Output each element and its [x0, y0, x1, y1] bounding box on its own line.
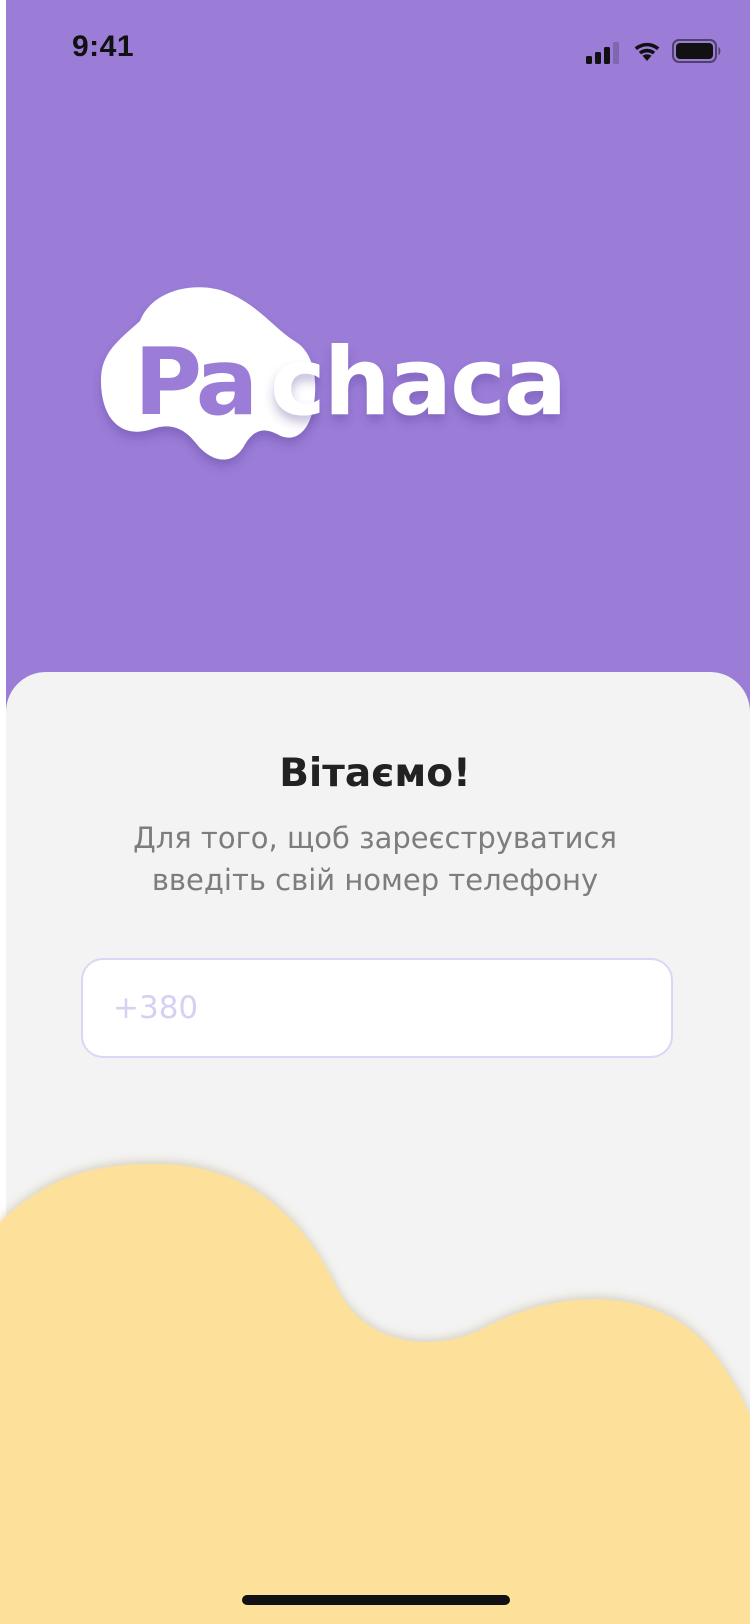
logo-wordtail: chaca — [270, 328, 565, 437]
status-bar: 9:41 — [0, 0, 750, 100]
battery-icon — [672, 39, 721, 63]
wifi-icon — [634, 42, 660, 61]
registration-subtitle: Для того, щоб зареєструватися введіть св… — [80, 817, 670, 901]
registration-screen: 9:41 Pa chaca Вітаємо! Для того, щоб зар… — [0, 0, 750, 1624]
subtitle-line-2: введіть свій номер телефону — [151, 863, 599, 897]
decorative-wave — [0, 1164, 750, 1624]
status-time: 9:41 — [72, 30, 135, 63]
logo-mark-letters: Pa — [134, 328, 254, 436]
phone-number-input[interactable] — [81, 958, 673, 1058]
signal-icon — [586, 42, 619, 64]
home-indicator[interactable] — [242, 1595, 510, 1605]
subtitle-line-1: Для того, щоб зареєструватися — [133, 821, 617, 855]
welcome-title: Вітаємо! — [279, 751, 471, 796]
pachaca-logo: Pa chaca — [100, 287, 567, 460]
